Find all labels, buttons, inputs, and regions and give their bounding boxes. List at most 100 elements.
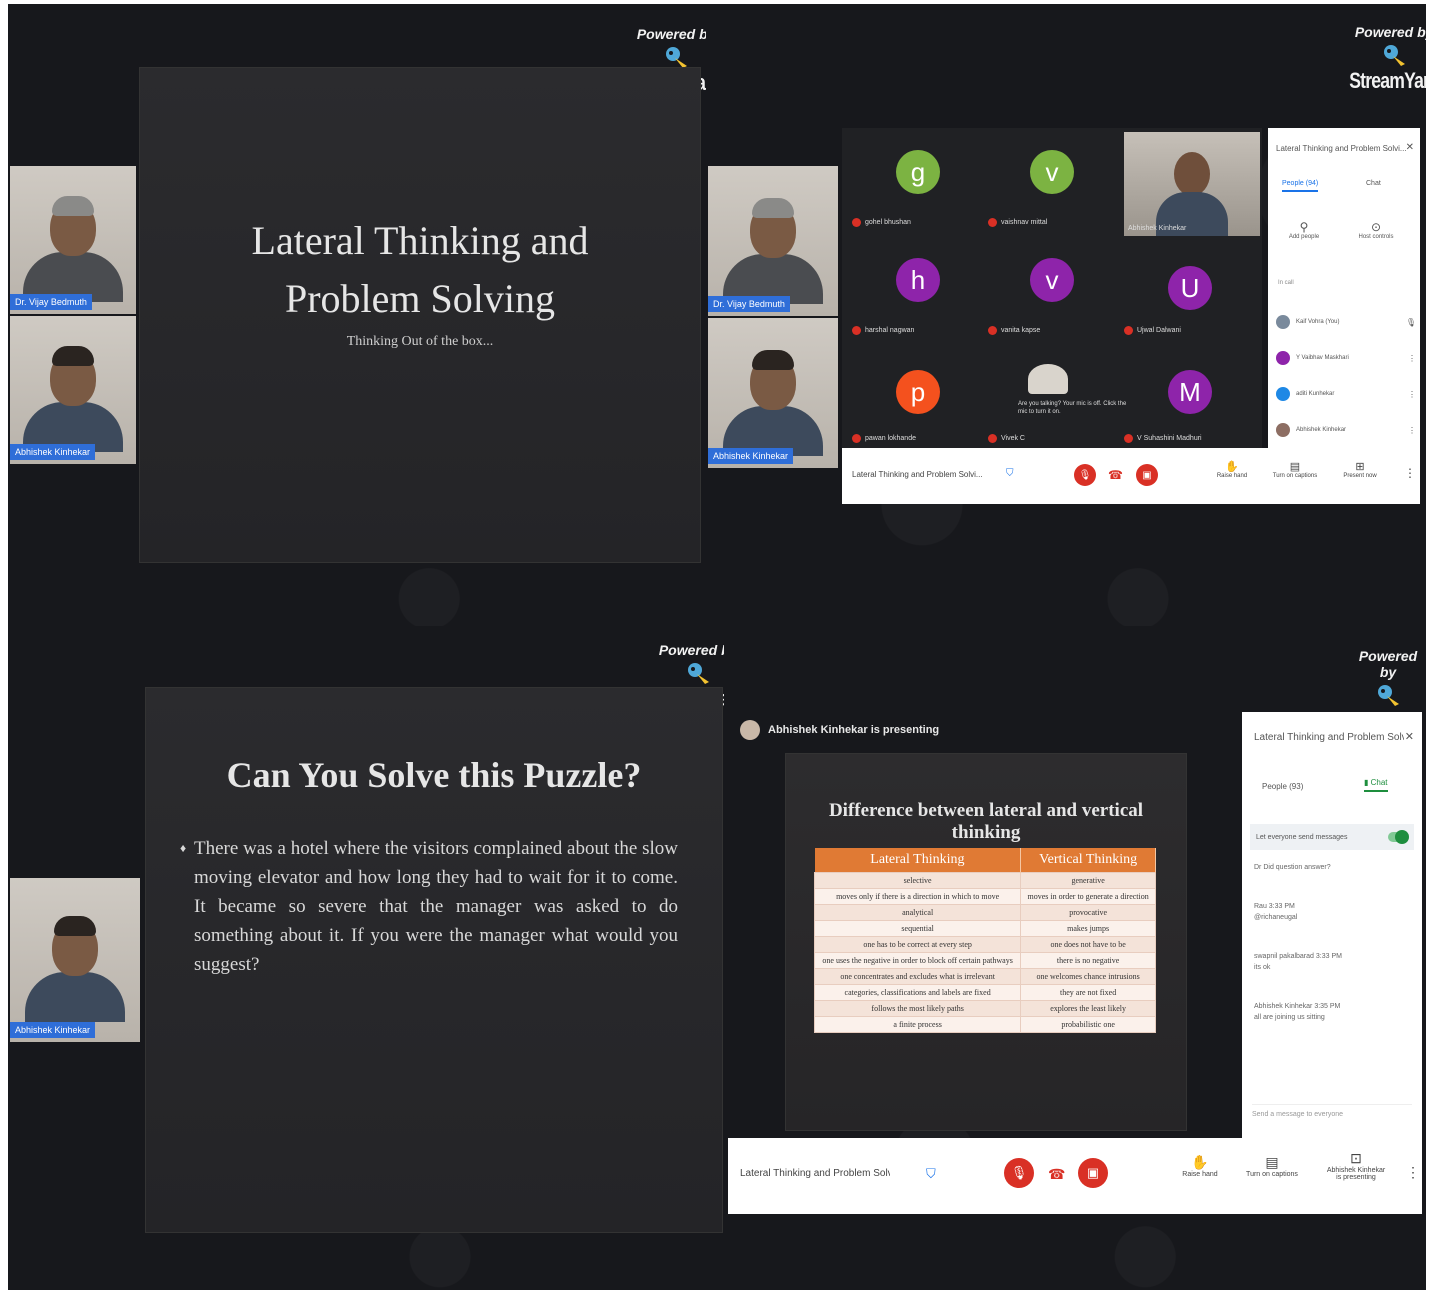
powered-by-text: Powered by [1354,24,1426,40]
slide-body: ♦ There was a hotel where the visitors c… [180,834,678,979]
tab-chat[interactable]: Chat [1366,180,1381,187]
table-row: follows the most likely paths explores th… [813,1000,1156,1017]
captions-button[interactable]: ▤ Turn on captions [1244,1154,1300,1178]
person-name: aditi Kunhekar [1296,391,1335,397]
list-item: Abhishek Kinhekar ⋮ [1276,412,1416,448]
tab-chat[interactable]: ▮ Chat [1364,778,1388,792]
mic-off-icon [1124,326,1133,335]
participant-name-tag: Abhishek Kinhekar [708,448,794,464]
avatar [740,720,760,740]
tab-people[interactable]: People (93) [1262,782,1303,791]
table-cell: selective [813,872,1022,889]
stream-panel-comparison-slide: Powered by Abhishek Kinhekar is presenti… [724,626,1426,1290]
streamyard-logo-text: StreamYard [1349,68,1426,93]
raise-hand-button[interactable]: ✋ Raise hand [1178,1154,1222,1178]
more-options-icon[interactable]: ⋮ [1406,1164,1420,1181]
avatar [1276,351,1290,365]
table-cell: moves only if there is a direction in wh… [813,888,1022,905]
mic-off-icon [852,434,861,443]
captions-button[interactable]: ▤ Turn on captions [1270,460,1320,479]
participant-tile-name: pawan lokhande [852,434,916,443]
table-cell: follows the most likely paths [813,1000,1022,1017]
participant-avatar-m: M [1168,370,1212,414]
table-cell: they are not fixed [1020,984,1156,1001]
table-cell: sequential [813,920,1022,937]
end-call-button[interactable]: ☎ [1048,1166,1065,1183]
side-panel-title: Lateral Thinking and Problem Solvi... [1276,144,1406,153]
table-row: moves only if there is a direction in wh… [813,888,1156,905]
send-message-input[interactable]: Send a message to everyone [1252,1104,1412,1118]
present-icon: ⊡ [1350,1150,1362,1166]
table-row: one has to be correct at every step one d… [813,936,1156,953]
table-cell: provocative [1020,904,1156,921]
close-icon[interactable]: ✕ [1406,142,1414,153]
participant-avatar-v: v [1030,150,1074,194]
table-row: selective generative [813,872,1156,889]
message-permission-row: Let everyone send messages [1250,824,1414,850]
stream-panel-meet-grid: Powered by StreamYard Dr. Vijay Bedmuth … [706,4,1426,630]
host-controls-button[interactable]: ⊙ Host controls [1352,220,1400,240]
more-options-icon[interactable]: ⋮ [1404,466,1416,480]
participant-tile-name: vanita kapse [988,326,1040,335]
bullet-icon: ♦ [180,841,187,855]
avatar [1276,315,1290,329]
table-cell: moves in order to generate a direction [1020,888,1156,905]
mic-off-button[interactable]: 🎙 [1004,1158,1034,1188]
participant-avatar-g: g [896,150,940,194]
mic-off-icon [1124,434,1133,443]
meeting-title: Lateral Thinking and Problem Solvi... [852,470,982,479]
participant-name-tag: Abhishek Kinhekar [10,444,96,460]
chat-message: Rau 3:33 PM @richaneugal [1254,903,1298,921]
mic-off-icon [988,434,997,443]
shield-icon: ⛉ [926,1166,936,1181]
mic-off-icon [988,326,997,335]
presenting-indicator: Abhishek Kinhekar is presenting [740,720,939,740]
end-call-button[interactable]: ☎ [1108,468,1123,482]
presenting-button[interactable]: ⊡ Abhishek Kinhekar is presenting [1326,1150,1386,1181]
presenting-label: Abhishek Kinhekar is presenting [768,724,940,736]
hand-icon: ✋ [1191,1154,1209,1170]
person-name: Abhishek Kinhekar [1296,427,1347,433]
participant-face [1174,152,1210,196]
stream-panel-title-slide: Powered by StreamYard Lateral Thinking a… [8,4,710,630]
close-icon[interactable]: ✕ [1405,730,1414,743]
more-options-icon[interactable]: ⋮ [1408,354,1416,363]
comparison-table: Lateral Thinking Vertical Thinking selec… [813,848,1156,1033]
more-options-icon[interactable]: ⋮ [1408,390,1416,399]
powered-by-text: Powered by [1358,648,1418,680]
participant-tile-name: harshal nagwan [852,326,914,335]
add-people-button[interactable]: ⚲ Add people [1284,220,1324,240]
people-list: Kaif Vohra (You) 🎙 Y Vaibhav Maskhari ⋮ … [1276,304,1416,448]
participant-avatar-v: v [1030,258,1074,302]
participant-video: Dr. Vijay Bedmuth [708,166,838,316]
camera-off-button[interactable]: ▣ [1136,464,1158,486]
list-item: Y Vaibhav Maskhari ⋮ [1276,340,1416,376]
present-button[interactable]: ⊞ Present now [1338,460,1382,479]
presentation-slide: Can You Solve this Puzzle? ♦ There was a… [146,688,722,1232]
chat-message: Abhishek Kinhekar 3:35 PM all are joining… [1254,1003,1341,1021]
table-row: one concentrates and excludes what is ir… [813,968,1156,985]
table-cell: a finite process [813,1016,1022,1033]
chat-message: Dr Did question answer? [1254,864,1331,871]
meeting-title: Lateral Thinking and Problem Solvi... [740,1168,890,1179]
stream-panel-puzzle-slide: Powered by StreamYard Can You Solve this… [8,626,728,1290]
chat-message: swapnil pakalbarad 3:33 PM its ok [1254,953,1342,971]
mic-off-icon [988,218,997,227]
mic-off-button[interactable]: 🎙 [1074,464,1096,486]
message-permission-toggle[interactable] [1388,830,1409,844]
avatar [1276,387,1290,401]
mic-icon: 🎙 [1405,317,1416,327]
raise-hand-button[interactable]: ✋ Raise hand [1212,460,1252,479]
participant-video: Abhishek Kinhekar [10,878,140,1042]
camera-off-button[interactable]: ▣ [1078,1158,1108,1188]
table-cell: probabilistic one [1020,1016,1156,1033]
participant-video: Abhishek Kinhekar [10,316,136,464]
streamyard-logo-icon [1378,685,1399,706]
more-options-icon[interactable]: ⋮ [1408,426,1416,435]
slide-title: Lateral Thinking and Problem Solving [251,218,589,321]
table-row: sequential makes jumps [813,920,1156,937]
streamyard-watermark: Powered by [1350,648,1426,708]
tab-people[interactable]: People (94) [1282,180,1319,192]
table-cell: explores the least likely [1020,1000,1156,1017]
chat-side-panel: Lateral Thinking and Problem Solvi... ✕ … [1242,712,1422,1138]
